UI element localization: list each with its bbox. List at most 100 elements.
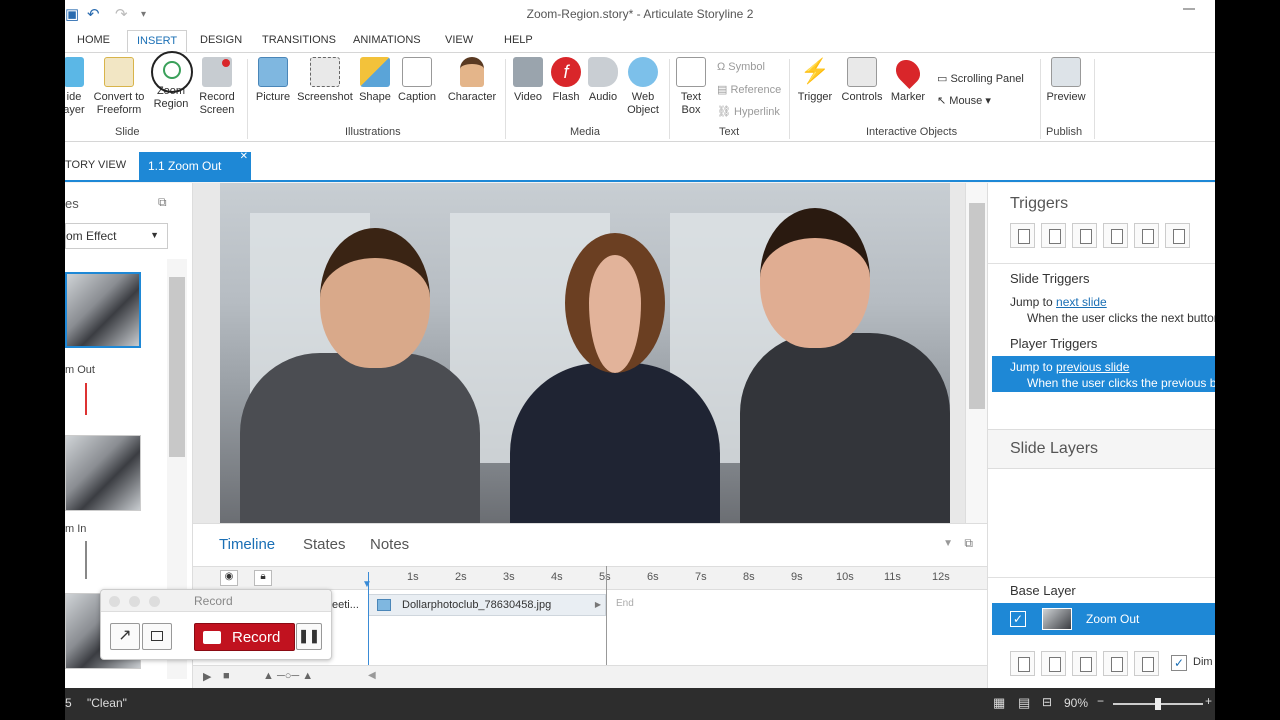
duplicate-layer-icon[interactable] xyxy=(1041,651,1066,676)
minimize-button[interactable] xyxy=(1183,8,1195,10)
marker-button[interactable]: Marker xyxy=(888,55,928,104)
new-layer-icon[interactable] xyxy=(1010,651,1035,676)
zoom-out-timeline-icon[interactable]: ▲ ─○─ ▲ xyxy=(263,670,313,682)
play-icon[interactable]: ▶ xyxy=(203,670,211,683)
paste-trigger-icon[interactable] xyxy=(1103,223,1128,248)
tab-insert[interactable]: INSERT xyxy=(127,30,188,53)
scroll-left-icon[interactable]: ◀ xyxy=(368,670,376,681)
zoom-region-button[interactable]: Zoom Region xyxy=(151,51,193,111)
character-icon xyxy=(460,57,484,87)
canvas-scrollbar[interactable] xyxy=(965,183,987,523)
tab-transitions[interactable]: TRANSITIONS xyxy=(262,34,336,46)
web-object-button[interactable]: Web Object xyxy=(623,57,663,117)
tab-timeline[interactable]: Timeline xyxy=(219,536,275,553)
end-marker[interactable] xyxy=(606,566,607,666)
delete-layer-icon[interactable] xyxy=(1134,651,1159,676)
controls-icon xyxy=(847,57,877,87)
copy-trigger-icon[interactable] xyxy=(1072,223,1097,248)
symbol-button[interactable]: Ω Symbol xyxy=(717,61,765,73)
scrolling-panel-button[interactable]: ▭ Scrolling Panel xyxy=(937,72,1024,85)
trigger-link[interactable]: next slide xyxy=(1056,295,1107,309)
convert-freeform-button[interactable]: Convert to Freeform xyxy=(91,57,147,117)
zoom-slider[interactable] xyxy=(1113,698,1203,710)
pointer-tool-icon[interactable]: ↗ xyxy=(110,623,140,650)
tab-design[interactable]: DESIGN xyxy=(200,34,242,46)
mouse-button[interactable]: ↖ Mouse ▾ xyxy=(937,94,991,107)
trigger-item[interactable]: Jump to next slide xyxy=(1010,295,1107,309)
edit-trigger-icon[interactable] xyxy=(1041,223,1066,248)
tab-home[interactable]: HOME xyxy=(77,34,110,46)
video-button[interactable]: Video xyxy=(511,57,545,104)
slide-thumbnail[interactable] xyxy=(65,272,141,348)
preview-button[interactable]: Preview xyxy=(1044,57,1088,104)
grid-view-icon[interactable]: ▤ xyxy=(1018,695,1030,711)
zoom-out-icon[interactable]: − xyxy=(1097,694,1104,708)
close-icon[interactable]: ✕ xyxy=(240,151,248,162)
paste-layer-icon[interactable] xyxy=(1103,651,1128,676)
shape-button[interactable]: Shape xyxy=(357,57,393,104)
tab-states[interactable]: States xyxy=(303,536,346,553)
shape-icon xyxy=(360,57,390,87)
move-up-icon[interactable] xyxy=(1165,223,1190,248)
slide-canvas[interactable] xyxy=(193,183,965,523)
pause-icon[interactable]: ❚❚ xyxy=(296,623,322,650)
record-screen-button[interactable]: Record Screen xyxy=(195,57,239,117)
dim-checkbox[interactable]: ✓ xyxy=(1171,655,1187,671)
delete-trigger-icon[interactable] xyxy=(1134,223,1159,248)
tab-animations[interactable]: ANIMATIONS xyxy=(353,34,421,46)
tab-zoom-out[interactable]: 1.1 Zoom Out ✕ xyxy=(139,151,251,182)
person-middle xyxy=(510,363,720,523)
picture-button[interactable]: Picture xyxy=(253,57,293,104)
audio-button[interactable]: Audio xyxy=(586,57,620,104)
copy-layer-icon[interactable] xyxy=(1072,651,1097,676)
tab-notes[interactable]: Notes xyxy=(370,536,409,553)
controls-button[interactable]: Controls xyxy=(839,57,885,104)
hyperlink-button[interactable]: ⛓ Hyperlink xyxy=(717,105,780,118)
new-trigger-icon[interactable] xyxy=(1010,223,1035,248)
scene-dropdown[interactable]: om Effect ▼ xyxy=(65,223,168,249)
scrollbar-thumb[interactable] xyxy=(969,203,985,409)
timeline-object-bar[interactable]: Dollarphotoclub_78630458.jpg ▶ xyxy=(368,594,606,616)
playhead-marker-icon[interactable]: ▼ xyxy=(362,579,372,590)
stop-icon[interactable]: ■ xyxy=(223,670,230,682)
fit-icon[interactable]: ⊟ xyxy=(1042,695,1052,709)
tick-label: 2s xyxy=(455,571,467,583)
tab-view[interactable]: VIEW xyxy=(445,34,473,46)
flash-button[interactable]: f Flash xyxy=(549,57,583,104)
slide-layer-button[interactable]: ide ayer xyxy=(65,57,85,117)
close-dot[interactable] xyxy=(109,596,120,607)
checkbox[interactable]: ✓ xyxy=(1010,611,1026,627)
region-tool-button[interactable] xyxy=(142,623,172,650)
zoom-slider-handle[interactable] xyxy=(1155,698,1161,710)
restore-icon[interactable]: ⧉ xyxy=(964,536,973,551)
caption-button[interactable]: Caption xyxy=(395,57,439,104)
slide-thumbnail[interactable] xyxy=(65,435,141,511)
normal-view-icon[interactable]: ▦ xyxy=(993,695,1005,711)
slide-photo[interactable] xyxy=(220,183,950,523)
character-button[interactable]: Character xyxy=(447,57,497,104)
zoom-in-icon[interactable]: + xyxy=(1205,694,1212,708)
text-box-button[interactable]: Text Box xyxy=(673,57,709,117)
tick-label: 11s xyxy=(884,571,901,583)
playhead[interactable] xyxy=(368,572,369,667)
eye-icon[interactable]: ◉ xyxy=(220,570,238,586)
chevron-down-icon[interactable]: ▼ xyxy=(943,538,953,549)
layer-row[interactable]: ✓ Zoom Out xyxy=(992,603,1215,635)
lock-icon[interactable]: 🔒︎ xyxy=(254,570,272,586)
record-button[interactable]: Record xyxy=(194,623,295,651)
video-label: Video xyxy=(514,91,542,103)
trigger-button[interactable]: ⚡ Trigger xyxy=(795,57,835,104)
text-box-icon xyxy=(676,57,706,87)
slide-label: m In xyxy=(65,523,87,535)
reference-button[interactable]: ▤ Reference xyxy=(717,83,781,96)
expand-icon[interactable]: ▶ xyxy=(595,600,601,609)
minimize-dot[interactable] xyxy=(129,596,140,607)
scrollbar-thumb[interactable] xyxy=(169,277,185,457)
trigger-link[interactable]: previous slide xyxy=(1056,360,1129,374)
restore-icon[interactable]: ⧉ xyxy=(158,195,167,210)
screenshot-button[interactable]: Screenshot xyxy=(295,57,355,104)
zoom-dot[interactable] xyxy=(149,596,160,607)
tab-help[interactable]: HELP xyxy=(504,34,533,46)
trigger-item[interactable]: Jump to previous slide xyxy=(1010,360,1129,374)
tab-story-view[interactable]: TORY VIEW xyxy=(65,159,126,171)
